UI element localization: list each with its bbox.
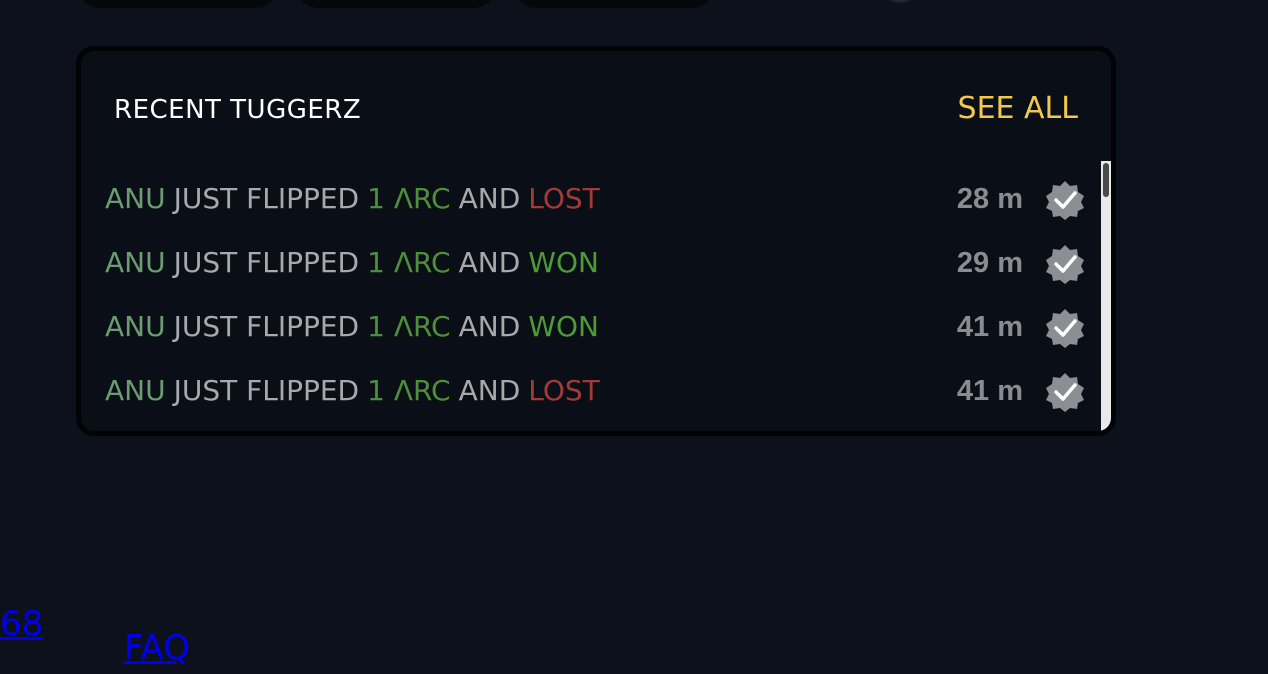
footer-number-link[interactable]: 68 (0, 604, 43, 644)
verified-badge-icon[interactable] (1045, 180, 1085, 220)
feed-result: LOST (528, 182, 600, 215)
feed-row: ANU JUST FLIPPED 1 ΛRC AND WON 29 m (105, 231, 1085, 295)
feed-conj: AND (458, 310, 521, 343)
feed-user[interactable]: ANU (105, 374, 166, 407)
feed-verb: JUST FLIPPED (173, 246, 360, 279)
glow-light (882, 0, 918, 4)
feed-time: 41 m (956, 375, 1023, 407)
feed-time: 28 m (956, 183, 1023, 215)
faq-link[interactable]: FAQ (124, 628, 190, 668)
verified-badge-icon[interactable] (1045, 308, 1085, 348)
verified-badge-icon[interactable] (1045, 244, 1085, 284)
feed-user[interactable]: ANU (105, 246, 166, 279)
recent-tuggerz-panel: RECENT TUGGERZ SEE ALL ANU JUST FLIPPED 1 … (76, 46, 1116, 436)
feed-row: ANU JUST FLIPPED 1 ΛRC AND WON 41 m (105, 295, 1085, 359)
feed-amount: 1 ΛRC (367, 374, 451, 407)
feed-time: 41 m (956, 311, 1023, 343)
feed-amount: 1 ΛRC (367, 310, 451, 343)
feed-user[interactable]: ANU (105, 182, 166, 215)
activity-feed: ANU JUST FLIPPED 1 ΛRC AND LOST 28 m ANU JUST… (105, 167, 1085, 423)
verified-badge-icon[interactable] (1045, 372, 1085, 412)
feed-conj: AND (458, 182, 521, 215)
feed-user[interactable]: ANU (105, 310, 166, 343)
feed-result: LOST (528, 374, 600, 407)
panel-title: RECENT TUGGERZ (114, 95, 362, 125)
feed-verb: JUST FLIPPED (173, 374, 360, 407)
feed-scrollbar[interactable] (1101, 161, 1111, 431)
feed-result: WON (528, 310, 599, 343)
feed-scrollbar-thumb[interactable] (1103, 163, 1109, 197)
feed-amount: 1 ΛRC (367, 246, 451, 279)
top-tab-3[interactable] (514, 0, 714, 8)
feed-row: ANU JUST FLIPPED 1 ΛRC AND LOST 28 m (105, 167, 1085, 231)
top-tab-1[interactable] (78, 0, 278, 8)
feed-result: WON (528, 246, 599, 279)
feed-conj: AND (458, 246, 521, 279)
feed-row: ANU JUST FLIPPED 1 ΛRC AND LOST 41 m (105, 359, 1085, 423)
feed-time: 29 m (956, 247, 1023, 279)
top-tab-2[interactable] (296, 0, 496, 8)
feed-verb: JUST FLIPPED (173, 182, 360, 215)
feed-conj: AND (458, 374, 521, 407)
feed-amount: 1 ΛRC (367, 182, 451, 215)
see-all-link[interactable]: SEE ALL (958, 91, 1078, 126)
feed-verb: JUST FLIPPED (173, 310, 360, 343)
